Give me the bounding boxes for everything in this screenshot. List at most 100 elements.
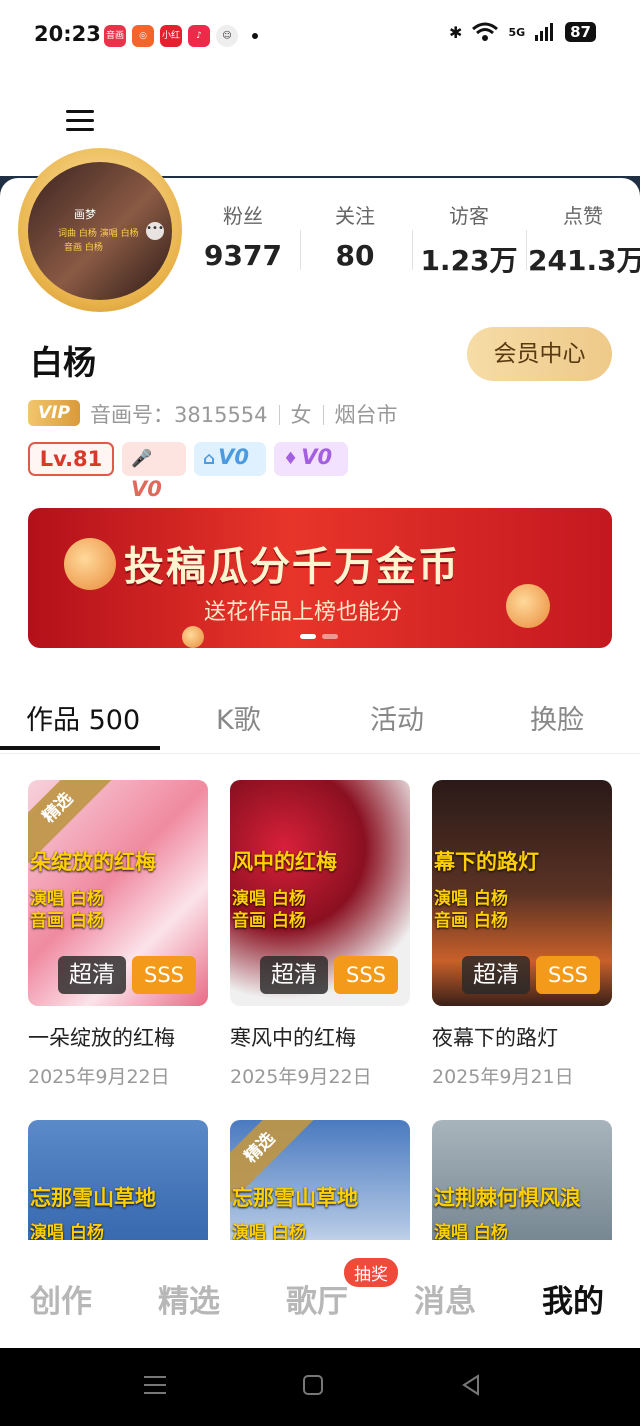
divider xyxy=(322,405,324,425)
hd-badge: 超清 xyxy=(260,956,328,994)
level-badge[interactable]: Lv.81 xyxy=(28,442,114,476)
thumb-title: 风中的红梅 xyxy=(232,850,337,874)
house-level-badge[interactable]: ⌂ V0 xyxy=(194,442,266,476)
promo-banner[interactable]: 投稿瓜分千万金币 送花作品上榜也能分 xyxy=(28,508,612,648)
app-screen: 20:23 音画 ◎ 小红书 ♪ ☺ ✱ 5G 87 画梦 词曲 白杨 演唱 白… xyxy=(0,0,640,1426)
profile-stats: 粉丝 9377 关注 80 访客 1.23万 点赞 241.3万 xyxy=(196,200,640,280)
work-date: 2025年9月22日 xyxy=(230,1066,372,1088)
stat-value: 80 xyxy=(335,239,375,272)
coin-icon xyxy=(182,626,204,648)
app-icon-3: 小红书 xyxy=(160,25,182,47)
user-id: 音画号：3815554 xyxy=(90,403,268,427)
thumb-title: 忘那雪山草地 xyxy=(232,1186,358,1210)
hd-badge: 超清 xyxy=(58,956,126,994)
grade-badge: SSS xyxy=(132,956,196,994)
coin-icon xyxy=(506,584,550,628)
work-thumbnail: 风中的红梅 演唱 白杨 音画 白杨 超清 SSS xyxy=(230,780,410,1006)
grade-badge: SSS xyxy=(334,956,398,994)
nav-ktv-hall[interactable]: 歌厅 xyxy=(286,1276,348,1321)
stat-label: 点赞 xyxy=(563,204,603,228)
back-icon[interactable] xyxy=(460,1374,482,1396)
stat-label: 粉丝 xyxy=(223,204,263,228)
avatar[interactable]: 画梦 词曲 白杨 演唱 白杨 音画 白杨 ••• xyxy=(28,162,172,300)
divider xyxy=(278,405,280,425)
hd-badge: 超清 xyxy=(462,956,530,994)
tab-karaoke[interactable]: K歌 xyxy=(216,698,261,737)
diamond-icon: ♦ xyxy=(283,449,299,469)
app-icon-2: ◎ xyxy=(132,25,154,47)
stat-label: 访客 xyxy=(449,204,489,228)
badge-value: V0 xyxy=(301,445,333,469)
work-date: 2025年9月22日 xyxy=(28,1066,170,1088)
carousel-indicator xyxy=(300,634,338,639)
stat-visitors[interactable]: 访客 1.23万 xyxy=(414,200,524,279)
work-title: 夜幕下的路灯 xyxy=(432,1026,558,1050)
tab-activities[interactable]: 活动 xyxy=(370,698,424,737)
thumb-title: 过荆棘何惧风浪 xyxy=(434,1186,581,1210)
more-notifications-dot xyxy=(252,33,258,39)
tab-face-swap[interactable]: 换脸 xyxy=(530,698,584,737)
badge-value: V0 xyxy=(131,477,162,501)
work-card[interactable]: 精选 朵绽放的红梅 演唱 白杨 音画 白杨 超清 SSS 一朵绽放的红梅 202… xyxy=(28,780,208,1089)
level-badges: Lv.81 🎤V0 ⌂ V0 ♦ V0 xyxy=(28,442,348,501)
member-center-button[interactable]: 会员中心 xyxy=(467,327,612,381)
nav-messages[interactable]: 消息 xyxy=(414,1276,476,1321)
badge-value: V0 xyxy=(218,445,250,469)
user-info: 音画号：3815554 女烟台市 xyxy=(90,399,398,429)
thumb-art: 音画 白杨 xyxy=(30,911,104,931)
menu-icon[interactable] xyxy=(144,1374,166,1396)
nav-me[interactable]: 我的 xyxy=(542,1276,604,1321)
bluetooth-icon: ✱ xyxy=(449,22,463,42)
thumb-title: 忘那雪山草地 xyxy=(30,1186,156,1210)
status-indicators: ✱ 5G 87 xyxy=(449,22,596,42)
stat-value: 1.23万 xyxy=(420,244,518,277)
singer-level-badge[interactable]: 🎤 V0 xyxy=(122,442,186,501)
user-name: 白杨 xyxy=(30,343,96,382)
stat-following[interactable]: 关注 80 xyxy=(300,200,410,272)
status-bar: 20:23 音画 ◎ 小红书 ♪ ☺ ✱ 5G 87 xyxy=(0,0,640,72)
nav-create[interactable]: 创作 xyxy=(30,1276,92,1321)
signal-icon xyxy=(535,23,554,41)
thumb-art: 音画 白杨 xyxy=(232,911,306,931)
home-icon[interactable] xyxy=(302,1374,324,1396)
avatar-caption-line1: 词曲 白杨 演唱 白杨 xyxy=(58,229,139,239)
stat-likes[interactable]: 点赞 241.3万 xyxy=(528,200,640,279)
active-tab-indicator xyxy=(0,746,160,750)
menu-icon[interactable] xyxy=(66,110,94,136)
divider xyxy=(526,230,527,270)
bottom-nav: 创作 精选 歌厅 抽奖 消息 我的 xyxy=(0,1240,640,1348)
work-card[interactable]: 幕下的路灯 演唱 白杨 音画 白杨 超清 SSS 夜幕下的路灯 2025年9月2… xyxy=(432,780,612,1089)
divider xyxy=(412,230,413,270)
battery-level: 87 xyxy=(565,22,596,42)
music-app-icon: ♪ xyxy=(188,25,210,47)
vip-badge[interactable]: VIP xyxy=(28,400,80,426)
work-date: 2025年9月21日 xyxy=(432,1066,574,1088)
app-icon-1: 音画 xyxy=(104,25,126,47)
coin-icon xyxy=(64,538,116,590)
diamond-level-badge[interactable]: ♦ V0 xyxy=(274,442,348,476)
avatar-notification-icon: ☺ xyxy=(216,25,238,47)
more-dots-icon: ••• xyxy=(146,222,164,240)
work-thumbnail: 精选 朵绽放的红梅 演唱 白杨 音画 白杨 超清 SSS xyxy=(28,780,208,1006)
status-time: 20:23 xyxy=(34,22,101,46)
mic-icon: 🎤 xyxy=(131,449,153,469)
lottery-badge: 抽奖 xyxy=(344,1258,398,1287)
work-title: 寒风中的红梅 xyxy=(230,1026,356,1050)
system-nav-bar xyxy=(0,1348,640,1426)
avatar-caption-line2: 音画 白杨 xyxy=(64,243,103,253)
house-icon: ⌂ xyxy=(203,449,216,469)
grade-badge: SSS xyxy=(536,956,600,994)
thumb-title: 朵绽放的红梅 xyxy=(30,850,156,874)
network-type: 5G xyxy=(508,25,526,39)
stat-value: 9377 xyxy=(204,239,282,272)
stat-fans[interactable]: 粉丝 9377 xyxy=(188,200,298,272)
tab-works[interactable]: 作品 500 xyxy=(26,698,140,737)
work-card[interactable]: 风中的红梅 演唱 白杨 音画 白杨 超清 SSS 寒风中的红梅 2025年9月2… xyxy=(230,780,410,1089)
nav-featured[interactable]: 精选 xyxy=(158,1276,220,1321)
content-tabs: 作品 500 K歌 活动 换脸 xyxy=(0,690,640,754)
wifi-icon xyxy=(472,22,499,41)
thumb-art: 音画 白杨 xyxy=(434,911,508,931)
notification-icons: 音画 ◎ 小红书 ♪ ☺ xyxy=(104,25,258,47)
stat-label: 关注 xyxy=(335,204,375,228)
stat-value: 241.3万 xyxy=(528,244,640,277)
